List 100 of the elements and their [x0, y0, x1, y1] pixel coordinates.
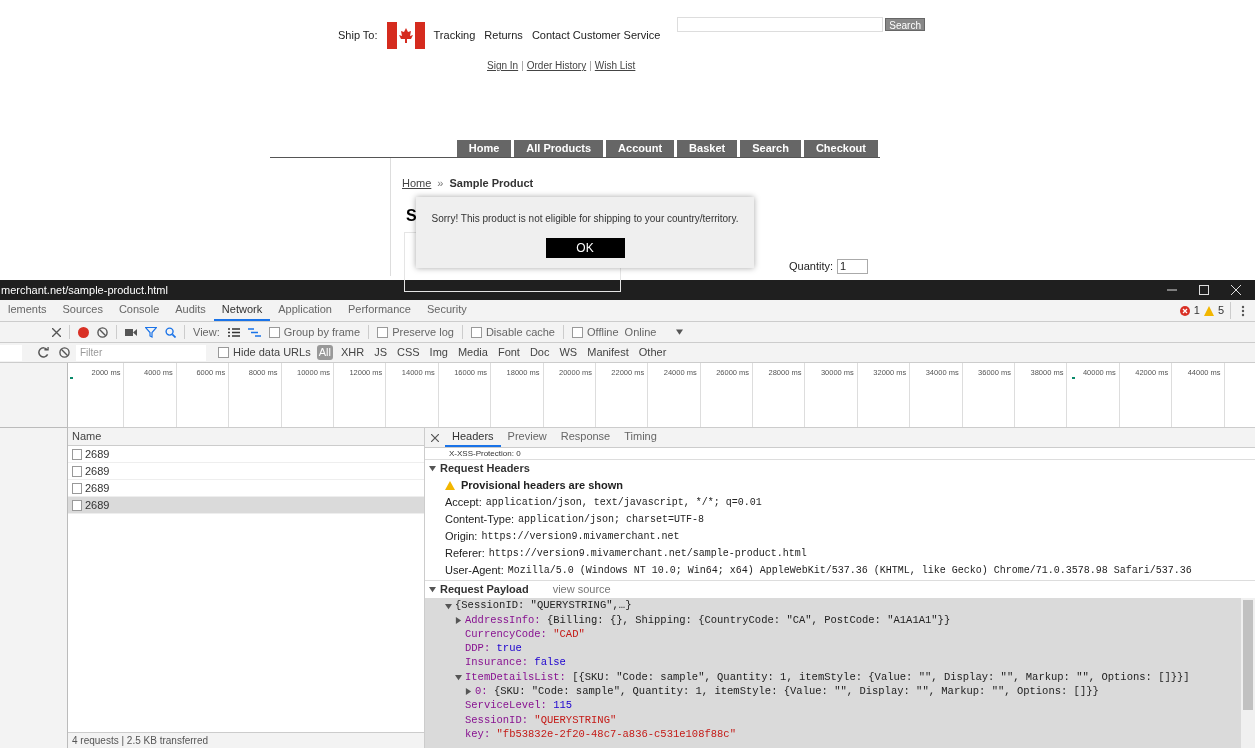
maximize-icon[interactable]: [1199, 285, 1209, 295]
throttle-select[interactable]: Online: [624, 323, 657, 341]
reload-icon[interactable]: [38, 347, 49, 358]
timeline-marker: [1072, 377, 1075, 379]
panel-tab[interactable]: Security: [419, 300, 475, 321]
breadcrumb-link[interactable]: Home: [402, 175, 432, 192]
input-field[interactable]: [0, 344, 22, 361]
status-summary: 4 requests | 2.5 KB transferred: [72, 734, 208, 748]
checkbox[interactable]: [572, 326, 583, 338]
panel-tab[interactable]: Console: [110, 300, 168, 321]
expanded-triangle-icon[interactable]: [429, 465, 436, 472]
link-separator: |: [589, 59, 592, 73]
dropdown-caret-icon[interactable]: [676, 329, 684, 335]
panel-tab[interactable]: lements: [0, 300, 55, 321]
type-filter-tab[interactable]: Doc: [527, 345, 552, 360]
checkbox-label: Offline: [587, 324, 619, 340]
payload-line: {SessionID: "QUERYSTRING",…}: [455, 598, 632, 614]
list-view-icon[interactable]: [227, 327, 240, 337]
expanded-triangle-icon[interactable]: [455, 674, 462, 682]
nav-tab[interactable]: Search: [740, 140, 801, 157]
nav-tab[interactable]: All Products: [514, 140, 604, 157]
expanded-triangle-icon[interactable]: [445, 602, 452, 610]
clear-icon[interactable]: [97, 326, 108, 338]
detail-tab[interactable]: Response: [553, 428, 618, 447]
type-filter-tab[interactable]: CSS: [394, 345, 422, 360]
filter-icon[interactable]: [145, 326, 157, 338]
request-row[interactable]: 2689: [68, 480, 424, 497]
account-link[interactable]: Sign In: [487, 58, 519, 73]
block-icon[interactable]: [59, 347, 70, 358]
collapsed-triangle-icon[interactable]: [455, 616, 462, 624]
request-name: 2689: [85, 446, 110, 462]
warning-count: 5: [1217, 302, 1231, 319]
checkbox[interactable]: [470, 326, 482, 338]
checkbox[interactable]: [218, 347, 229, 358]
window-title: merchant.net/sample-product.html: [0, 282, 168, 298]
account-link[interactable]: Wish List: [594, 58, 636, 73]
checkbox[interactable]: [377, 326, 389, 338]
type-filter-tab[interactable]: XHR: [338, 345, 367, 360]
header-line: X-XSS-Protection: 0: [449, 448, 521, 459]
video-camera-icon[interactable]: [125, 327, 137, 337]
payload-line: CurrencyCode: "CAD": [465, 626, 585, 642]
account-link[interactable]: Order History: [526, 58, 587, 73]
close-icon[interactable]: [52, 327, 61, 337]
quantity-label: Quantity:: [789, 259, 834, 274]
request-row[interactable]: 2689: [68, 463, 424, 480]
type-filter-tab[interactable]: WS: [557, 345, 580, 360]
panel-tab[interactable]: Sources: [54, 300, 111, 321]
detail-tab[interactable]: Headers: [445, 428, 501, 447]
close-icon[interactable]: [431, 433, 439, 442]
search-icon[interactable]: [165, 326, 176, 338]
top-link[interactable]: Tracking: [433, 27, 476, 44]
top-link[interactable]: Contact Customer Service: [531, 27, 661, 44]
column-header[interactable]: Name: [72, 428, 102, 445]
quantity-field[interactable]: 1: [837, 258, 869, 274]
waterfall-icon[interactable]: [247, 327, 261, 337]
detail-tab[interactable]: Preview: [500, 428, 554, 447]
checkbox-label: Preserve log: [392, 324, 454, 340]
type-filter-tab[interactable]: Media: [455, 345, 490, 360]
payload-line: key: "fb53832e-2f20-48c7-a836-c531e108f88c": [465, 726, 736, 742]
panel-tab[interactable]: Performance: [340, 300, 419, 321]
detail-tab[interactable]: Timing: [617, 428, 664, 447]
file-icon: [72, 465, 82, 477]
filter-field[interactable]: Filter: [76, 344, 206, 361]
panel-tab[interactable]: Audits: [167, 300, 214, 321]
type-filter-tab[interactable]: Img: [427, 345, 450, 360]
more-options-icon[interactable]: [1241, 304, 1245, 317]
site-search-field[interactable]: [677, 17, 884, 32]
request-row[interactable]: 2689: [68, 446, 424, 463]
header-value: application/json, text/javascript, */*; q=0.01: [485, 496, 762, 510]
section-title[interactable]: Request Headers: [440, 460, 530, 477]
request-row[interactable]: 2689: [68, 497, 424, 514]
request-name: 2689: [85, 480, 110, 496]
breadcrumb-current: Sample Product: [449, 176, 534, 191]
type-filter-tab[interactable]: Other: [636, 345, 669, 360]
panel-tab[interactable]: Application: [270, 300, 340, 321]
maple-leaf-flag-icon[interactable]: [386, 22, 425, 49]
ship-to-label: Ship To:: [338, 28, 378, 44]
ok-button[interactable]: OK: [545, 238, 625, 258]
type-filter-tab[interactable]: JS: [372, 345, 389, 360]
type-filter-tab[interactable]: Font: [495, 345, 522, 360]
view-source-link[interactable]: view source: [552, 581, 611, 598]
site-search-button[interactable]: Search: [885, 18, 925, 31]
checkbox-label: Group by frame: [283, 324, 361, 340]
nav-tab[interactable]: Checkout: [803, 140, 878, 157]
scrollbar-thumb[interactable]: [1243, 600, 1253, 710]
collapsed-triangle-icon[interactable]: [465, 688, 472, 696]
file-icon: [72, 482, 82, 494]
expanded-triangle-icon[interactable]: [429, 586, 436, 593]
section-title[interactable]: Request Payload: [440, 581, 529, 598]
type-filter-tab[interactable]: Manifest: [585, 345, 631, 360]
header-value: https://version9.mivamerchant.net/sample-product.html: [488, 547, 807, 561]
record-icon[interactable]: [78, 326, 89, 338]
nav-tab[interactable]: Basket: [677, 140, 738, 157]
header-name: User-Agent:: [445, 563, 504, 579]
nav-tab[interactable]: Account: [606, 140, 675, 157]
payload-line: DDP: true: [465, 641, 522, 657]
checkbox[interactable]: [268, 326, 280, 338]
top-link[interactable]: Returns: [484, 27, 523, 44]
nav-tab[interactable]: Home: [456, 140, 512, 157]
file-icon: [72, 448, 82, 460]
